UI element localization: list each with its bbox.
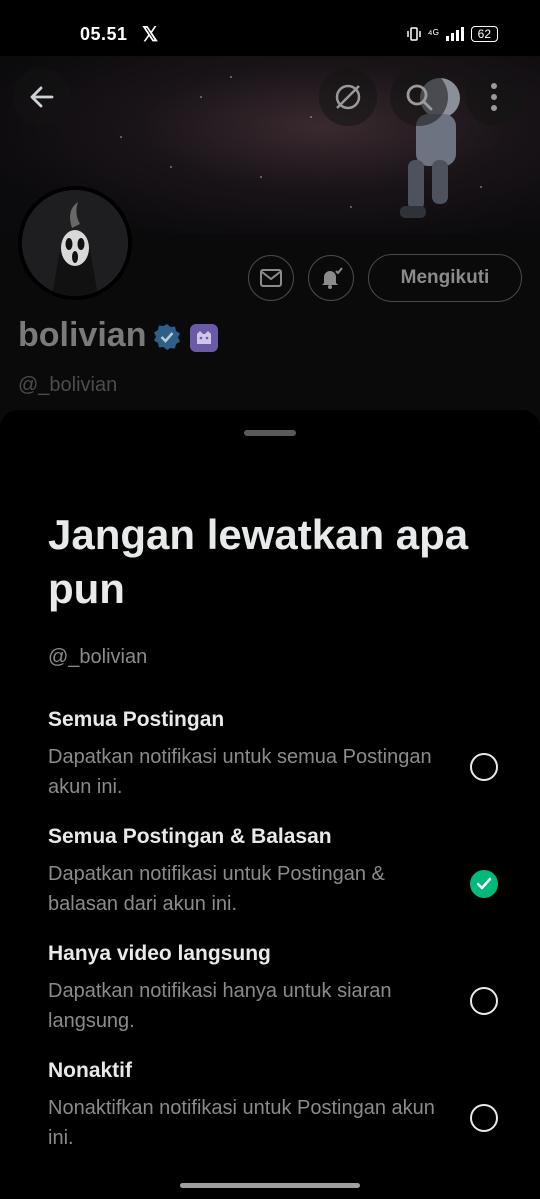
home-indicator[interactable] <box>180 1183 360 1188</box>
battery-indicator: 62 <box>470 26 498 42</box>
option-title: Semua Postingan <box>48 708 225 731</box>
profile-handle: @_bolivian <box>18 374 118 396</box>
check-icon <box>476 877 492 890</box>
back-arrow-icon <box>30 86 54 108</box>
radio-unchecked[interactable] <box>470 753 498 781</box>
option-description: Dapatkan notifikasi untuk semua Postinga… <box>48 746 432 798</box>
sheet-grabber[interactable] <box>244 430 296 436</box>
message-button[interactable] <box>248 255 294 301</box>
badge-icon <box>190 324 218 352</box>
x-logo-icon: 𝕏 <box>142 24 159 46</box>
option-description: Dapatkan notifikasi hanya untuk siaran l… <box>48 980 392 1032</box>
more-options-button[interactable] <box>466 68 522 126</box>
grok-icon <box>335 84 361 110</box>
profile-name: bolivian <box>18 316 147 354</box>
signal-icon <box>445 27 464 41</box>
option-title: Semua Postingan & Balasan <box>48 825 332 848</box>
verified-icon <box>154 324 180 350</box>
option-description: Dapatkan notifikasi untuk Postingan & ba… <box>48 863 385 915</box>
more-vertical-icon <box>491 83 497 111</box>
sheet-title: Jangan lewatkan apa pun <box>48 511 469 612</box>
bell-check-icon <box>322 267 343 289</box>
sheet-handle: @_bolivian <box>48 646 148 668</box>
avatar[interactable] <box>18 186 132 300</box>
option-off[interactable]: Nonaktif Nonaktifkan notifikasi untuk Po… <box>48 1059 498 1153</box>
search-button[interactable] <box>390 68 448 126</box>
radio-unchecked[interactable] <box>470 1104 498 1132</box>
network-type: ⁴ᴳ <box>427 27 439 41</box>
mail-icon <box>260 269 282 287</box>
notification-settings-sheet: Jangan lewatkan apa pun @_bolivian Semua… <box>0 410 540 1199</box>
option-description: Nonaktifkan notifikasi untuk Postingan a… <box>48 1097 435 1149</box>
radio-checked[interactable] <box>470 870 498 898</box>
option-title: Hanya video langsung <box>48 942 271 965</box>
avatar-image <box>22 190 128 296</box>
status-time: 05.51 <box>80 24 128 44</box>
option-live-only[interactable]: Hanya video langsung Dapatkan notifikasi… <box>48 942 498 1036</box>
following-button[interactable]: Mengikuti <box>368 254 522 302</box>
back-button[interactable] <box>13 68 71 126</box>
search-icon <box>406 84 433 111</box>
option-all-posts[interactable]: Semua Postingan Dapatkan notifikasi untu… <box>48 708 498 802</box>
vibrate-icon <box>406 27 421 41</box>
radio-unchecked[interactable] <box>470 987 498 1015</box>
option-title: Nonaktif <box>48 1059 132 1082</box>
status-indicators: ⁴ᴳ 62 <box>406 26 498 42</box>
grok-button[interactable] <box>319 68 377 126</box>
status-bar: 05.51 𝕏 ⁴ᴳ 62 <box>0 0 540 56</box>
option-posts-and-replies[interactable]: Semua Postingan & Balasan Dapatkan notif… <box>48 825 498 919</box>
notification-button[interactable] <box>308 255 354 301</box>
